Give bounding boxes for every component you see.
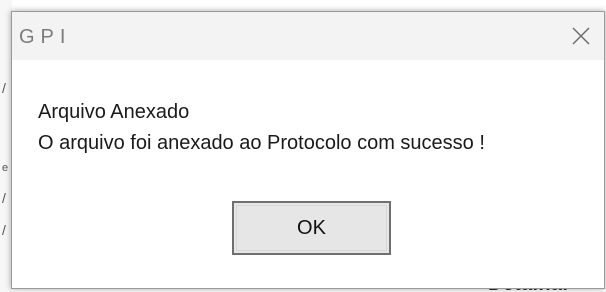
message-text: O arquivo foi anexado ao Protocolo com s… bbox=[38, 132, 485, 154]
close-icon bbox=[572, 27, 590, 45]
screen: / e / / Detalhar GPI Arquivo Anexado O a… bbox=[0, 0, 606, 292]
ok-button-label: OK bbox=[297, 216, 326, 239]
dialog-body: Arquivo Anexado O arquivo foi anexado ao… bbox=[12, 60, 604, 268]
message-title: Arquivo Anexado bbox=[38, 101, 190, 123]
background-fragment: / bbox=[2, 222, 6, 238]
message-dialog: GPI Arquivo Anexado O arquivo foi anexad… bbox=[11, 11, 605, 289]
background-fragment: / bbox=[2, 190, 6, 206]
ok-button[interactable]: OK bbox=[232, 201, 391, 255]
background-fragment: e bbox=[2, 162, 9, 174]
dialog-title: GPI bbox=[19, 26, 72, 48]
close-button[interactable] bbox=[558, 12, 604, 60]
dialog-titlebar[interactable]: GPI bbox=[12, 12, 604, 60]
background-fragment: / bbox=[2, 80, 6, 96]
